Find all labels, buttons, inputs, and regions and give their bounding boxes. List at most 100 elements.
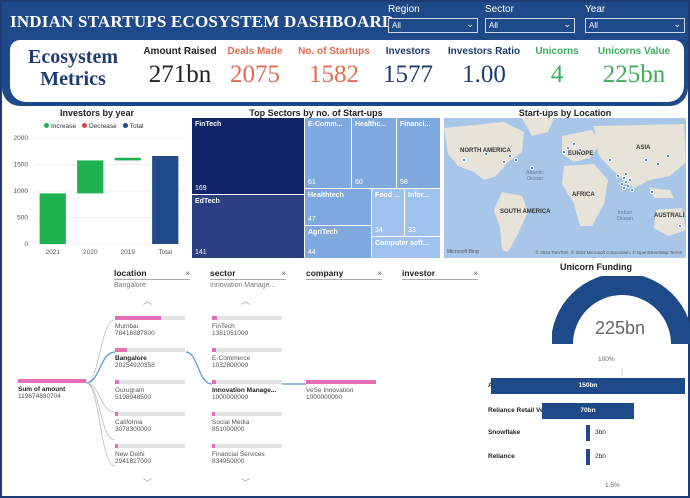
location-dot[interactable] <box>624 172 628 176</box>
location-dot[interactable] <box>508 154 512 158</box>
location-dot[interactable] <box>678 224 682 228</box>
location-dot[interactable] <box>666 154 670 158</box>
funnel-bar[interactable] <box>586 425 590 441</box>
region-filter-label: Region <box>388 4 420 15</box>
region-select[interactable]: All ⌄ <box>388 18 478 33</box>
chevron-up-icon[interactable]: ︿ <box>143 294 152 307</box>
chevron-down-icon[interactable]: ﹀ <box>241 476 250 489</box>
location-dot[interactable] <box>644 158 648 162</box>
investors-waterfall-chart: 0 500 1000 1500 2000 2021 2020 2019 Total <box>14 135 184 256</box>
treemap-tile-edtech[interactable]: EdTech 141 <box>192 195 304 258</box>
treemap-tile-fintech[interactable]: FinTech 169 <box>192 118 304 194</box>
location-dot[interactable] <box>530 166 534 170</box>
tile-count: 61 <box>308 179 316 186</box>
kpi-label: Investors <box>385 46 431 57</box>
treemap-tile-financial[interactable]: Financi... 58 <box>397 118 440 188</box>
metrics-title-line2: Metrics <box>40 68 106 90</box>
decomp-header-location[interactable]: location × <box>114 268 190 280</box>
gauge-value: 225bn <box>594 318 646 338</box>
decomp-location-node[interactable]: New Delhi 2941827000 <box>115 444 185 465</box>
decomp-sector-node[interactable]: Innovation Manage... 1000000000 <box>212 380 282 401</box>
location-dot[interactable] <box>484 152 488 156</box>
sector-bar-fill <box>212 380 216 384</box>
decomp-sector-node[interactable]: Financial Services 834950000 <box>212 444 282 465</box>
location-dot[interactable] <box>566 146 570 150</box>
decomp-location-node[interactable]: California 3078300000 <box>115 412 185 433</box>
treemap-tile-food[interactable]: Food ... 34 <box>372 189 404 236</box>
funnel-bar[interactable]: 150bn <box>491 378 685 394</box>
location-dot[interactable] <box>502 160 506 164</box>
decomp-sector-node[interactable]: Social Media 851000000 <box>212 412 282 433</box>
treemap-tile-healthtech[interactable]: Healthtech 47 <box>305 189 371 225</box>
root-bar <box>18 379 86 383</box>
sector-value: 1381051000 <box>212 330 249 337</box>
location-dot[interactable] <box>650 190 654 194</box>
y-tick-label: 2000 <box>14 135 29 142</box>
chevron-up-icon[interactable]: ︿ <box>241 294 250 307</box>
company-bar-fill <box>306 380 376 384</box>
decomp-sector-node[interactable]: FinTech 1381051000 <box>212 316 282 337</box>
waterfall-bar-total <box>152 156 179 244</box>
kpi-startups: No. of Startups 1582 <box>294 46 374 89</box>
sector-bar-fill <box>212 316 217 320</box>
location-dot[interactable] <box>626 184 630 188</box>
decomp-header-investor[interactable]: investor × <box>402 268 478 280</box>
label-south-america: SOUTH AMERICA <box>500 209 551 215</box>
legend-label: Decrease <box>88 123 117 130</box>
kpi-value: 2075 <box>230 61 280 88</box>
close-icon[interactable]: × <box>377 268 382 278</box>
chevron-down-icon[interactable]: ﹀ <box>143 476 152 489</box>
decomp-root-node[interactable]: Sum of amount 119674880704 <box>18 379 86 400</box>
dashboard-title: INDIAN STARTUPS ECOSYSTEM DASHBOARD <box>10 12 395 31</box>
waterfall-bar-2020 <box>77 160 104 194</box>
location-dot[interactable] <box>656 162 660 166</box>
waterfall-bar-2021 <box>39 193 66 244</box>
funnel-bar[interactable]: 70bn <box>542 403 634 419</box>
decomp-header-company[interactable]: company × <box>306 268 382 280</box>
location-dot[interactable] <box>608 158 612 162</box>
location-dot[interactable] <box>562 150 566 154</box>
location-dot[interactable] <box>616 174 620 178</box>
treemap-tile-ecommerce[interactable]: E-Comm... 61 <box>305 118 351 188</box>
location-dot[interactable] <box>630 188 634 192</box>
chevron-down-icon: ⌄ <box>563 19 571 29</box>
landmass-asia <box>594 124 686 188</box>
close-icon[interactable]: × <box>473 268 478 278</box>
decomp-location-node[interactable]: Gurugram 5198948500 <box>115 380 185 401</box>
treemap-tile-agritech[interactable]: AgriTech 44 <box>305 226 371 258</box>
startups-map[interactable]: NORTH AMERICA EUROPE ASIA AFRICA SOUTH A… <box>444 118 686 258</box>
kpi-label: Investors Ratio <box>447 46 521 57</box>
decomp-sector-node[interactable]: E-Commerce 1032800000 <box>212 348 282 369</box>
x-tick-label: 2021 <box>46 249 61 256</box>
sector-value: 1032800000 <box>212 362 249 369</box>
location-bar-fill <box>115 380 119 384</box>
year-select[interactable]: All ⌄ <box>585 18 685 33</box>
sector-filter-label: Sector <box>485 4 514 15</box>
close-icon[interactable]: × <box>281 268 286 278</box>
location-dot[interactable] <box>572 142 576 146</box>
sector-select[interactable]: All ⌄ <box>485 18 575 33</box>
location-dot[interactable] <box>514 158 518 162</box>
location-bar <box>115 444 185 448</box>
decomp-header-sector[interactable]: sector × <box>210 268 286 280</box>
map-attribution[interactable]: © 2024 TomTom, © 2024 Microsoft Corporat… <box>536 250 682 255</box>
treemap-tile-computer-software[interactable]: Computer soft... <box>372 237 440 258</box>
sector-value: 834950000 <box>212 458 245 465</box>
decomp-location-node[interactable]: Bangalore 20254920358 <box>115 348 185 369</box>
decomp-company-node[interactable]: VeSe Innovation 1000000000 <box>306 380 376 401</box>
treemap-tile-healthcare[interactable]: Healthc... 60 <box>352 118 396 188</box>
tile-label: E-Comm... <box>308 121 343 128</box>
location-dot[interactable] <box>622 186 626 190</box>
sector-select-value: All <box>489 21 498 30</box>
close-icon[interactable]: × <box>185 268 190 278</box>
location-dot[interactable] <box>628 178 632 182</box>
location-dot[interactable] <box>462 158 466 162</box>
sector-bar <box>212 316 282 320</box>
location-dot[interactable] <box>578 148 582 152</box>
treemap-tile-information[interactable]: Infor... 33 <box>405 189 440 236</box>
funnel-bar[interactable] <box>586 449 590 465</box>
location-bar <box>115 380 185 384</box>
sector-name: Innovation Manage... <box>212 387 277 394</box>
x-tick-label: Total <box>158 249 172 256</box>
decomp-location-node[interactable]: Mumbai 78416887800 <box>115 316 185 337</box>
